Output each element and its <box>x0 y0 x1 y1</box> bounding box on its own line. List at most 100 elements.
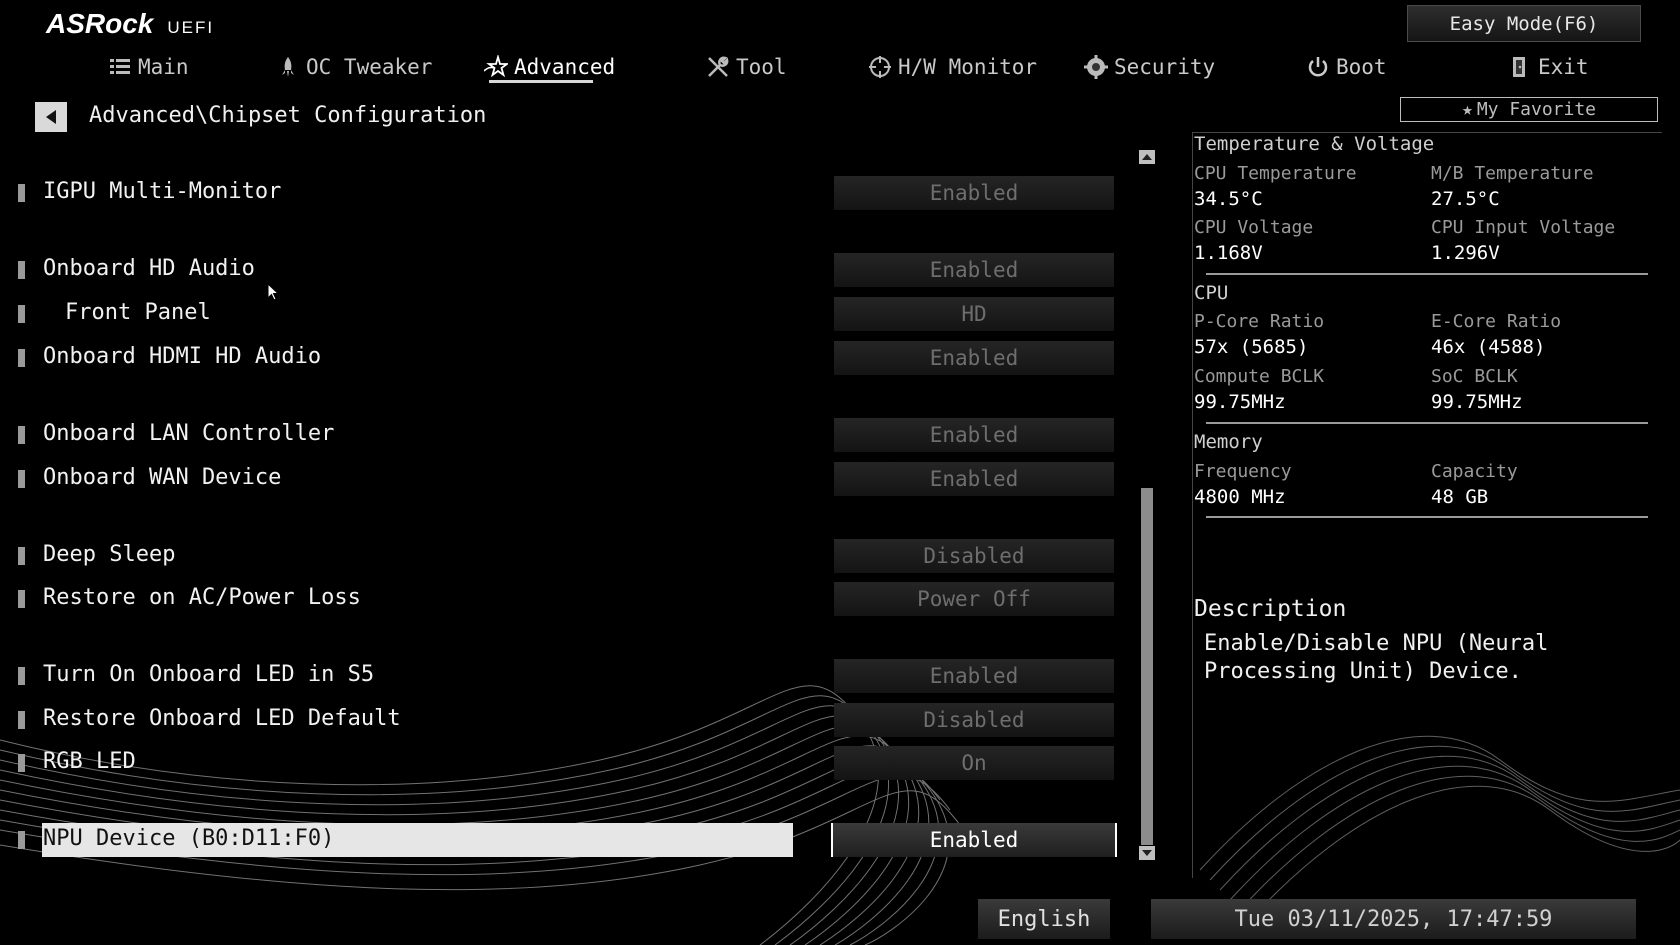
scrollbar-thumb[interactable] <box>1141 488 1153 845</box>
memory-frequency-label: Frequency <box>1194 461 1292 482</box>
pcore-ratio-value: 57x (5685) <box>1194 336 1309 358</box>
cpu-voltage-value: 1.168V <box>1194 242 1263 264</box>
tab-exit[interactable]: Exit <box>1508 50 1589 84</box>
soc-bclk-value: 99.75MHz <box>1431 391 1523 413</box>
mb-temp-value: 27.5°C <box>1431 188 1500 210</box>
arrow-up-icon <box>1142 154 1152 160</box>
setting-value-onboard-wan-device[interactable]: Enabled <box>834 462 1114 496</box>
star-icon: ★ <box>1461 99 1473 120</box>
setting-label-rgb-led[interactable]: RGB LED <box>43 749 136 774</box>
back-arrow-icon <box>46 110 56 124</box>
date-time-display: Tue 03/11/2025, 17:47:59 <box>1151 899 1636 939</box>
row-marker <box>18 349 25 367</box>
language-button[interactable]: English <box>978 899 1110 939</box>
tab-advanced-label: Advanced <box>514 55 616 79</box>
logo-uefi: UEFI <box>167 18 215 37</box>
row-marker <box>18 590 25 608</box>
setting-label-onboard-wan-device[interactable]: Onboard WAN Device <box>43 465 281 490</box>
tab-oc-tweaker-label: OC Tweaker <box>306 55 433 79</box>
scroll-down-button[interactable] <box>1139 846 1155 860</box>
description-title: Description <box>1194 596 1347 622</box>
setting-label-igpu-multi-monitor[interactable]: IGPU Multi-Monitor <box>43 179 281 204</box>
tab-advanced[interactable]: Advanced <box>484 50 615 84</box>
setting-label-restore-led-default[interactable]: Restore Onboard LED Default <box>43 706 401 731</box>
crosshair-icon <box>869 56 891 78</box>
setting-label-deep-sleep[interactable]: Deep Sleep <box>43 542 175 567</box>
wrench-screwdriver-icon <box>708 56 729 77</box>
setting-value-turn-on-led-s5[interactable]: Enabled <box>834 659 1114 693</box>
row-marker <box>18 261 25 279</box>
rocket-icon <box>282 57 294 77</box>
pcore-ratio-label: P-Core Ratio <box>1194 311 1325 332</box>
soc-bclk-label: SoC BCLK <box>1431 366 1518 387</box>
compute-bclk-label: Compute BCLK <box>1194 366 1325 387</box>
star-swoosh-icon <box>484 55 508 78</box>
cpu-input-voltage-value: 1.296V <box>1431 242 1500 264</box>
setting-value-rgb-led[interactable]: On <box>834 746 1114 780</box>
compute-bclk-value: 99.75MHz <box>1194 391 1286 413</box>
tab-tool[interactable]: Tool <box>706 50 787 84</box>
list-icon <box>110 59 130 74</box>
back-button[interactable] <box>35 102 67 132</box>
setting-label-npu-device[interactable]: NPU Device (B0:D11:F0) <box>43 826 334 851</box>
asrock-logo: ASRock UEFI <box>46 8 214 40</box>
easy-mode-button[interactable]: Easy Mode(F6) <box>1407 5 1641 42</box>
row-marker <box>18 184 25 202</box>
setting-value-restore-ac-power-loss[interactable]: Power Off <box>834 582 1114 616</box>
divider <box>1206 422 1648 424</box>
setting-label-onboard-lan-controller[interactable]: Onboard LAN Controller <box>43 421 334 446</box>
setting-value-npu-device[interactable]: Enabled <box>831 823 1117 857</box>
tab-hw-monitor[interactable]: H/W Monitor <box>868 50 1037 84</box>
tab-security[interactable]: Security <box>1084 50 1215 84</box>
setting-value-onboard-hdmi-hd-audio[interactable]: Enabled <box>834 341 1114 375</box>
temp-voltage-title: Temperature & Voltage <box>1194 133 1435 155</box>
scroll-up-button[interactable] <box>1139 150 1155 164</box>
setting-label-front-panel[interactable]: Front Panel <box>65 300 211 325</box>
cpu-section-title: CPU <box>1194 282 1229 304</box>
cpu-input-voltage-label: CPU Input Voltage <box>1431 217 1616 238</box>
power-icon <box>1308 57 1328 77</box>
setting-label-onboard-hdmi-hd-audio[interactable]: Onboard HDMI HD Audio <box>43 344 321 369</box>
setting-value-igpu-multi-monitor[interactable]: Enabled <box>834 176 1114 210</box>
setting-label-onboard-hd-audio[interactable]: Onboard HD Audio <box>43 256 255 281</box>
tab-boot[interactable]: Boot <box>1306 50 1387 84</box>
shield-gear-icon <box>1084 55 1108 79</box>
ecore-ratio-value: 46x (4588) <box>1431 336 1546 358</box>
memory-section-title: Memory <box>1194 431 1263 453</box>
door-exit-icon <box>1513 57 1525 77</box>
divider <box>1206 516 1648 518</box>
memory-capacity-label: Capacity <box>1431 461 1518 482</box>
ecore-ratio-label: E-Core Ratio <box>1431 311 1562 332</box>
tab-main[interactable]: Main <box>108 50 189 84</box>
setting-value-restore-led-default[interactable]: Disabled <box>834 703 1114 737</box>
row-marker <box>18 547 25 565</box>
arrow-down-icon <box>1142 850 1152 856</box>
breadcrumb: Advanced\Chipset Configuration <box>89 103 487 128</box>
setting-value-onboard-hd-audio[interactable]: Enabled <box>834 253 1114 287</box>
tab-oc-tweaker[interactable]: OC Tweaker <box>276 50 432 84</box>
mb-temp-label: M/B Temperature <box>1431 163 1594 184</box>
setting-value-front-panel[interactable]: HD <box>834 297 1114 331</box>
memory-capacity-value: 48 GB <box>1431 486 1489 508</box>
divider <box>1206 273 1648 275</box>
setting-label-restore-ac-power-loss[interactable]: Restore on AC/Power Loss <box>43 585 361 610</box>
my-favorite-button[interactable]: ★ My Favorite <box>1400 97 1658 122</box>
setting-value-onboard-lan-controller[interactable]: Enabled <box>834 418 1114 452</box>
setting-value-deep-sleep[interactable]: Disabled <box>834 539 1114 573</box>
setting-label-turn-on-led-s5[interactable]: Turn On Onboard LED in S5 <box>43 662 374 687</box>
row-marker <box>18 470 25 488</box>
row-marker <box>18 711 25 729</box>
tab-boot-label: Boot <box>1336 55 1387 79</box>
row-marker <box>18 426 25 444</box>
my-favorite-label: My Favorite <box>1476 99 1597 120</box>
tab-tool-label: Tool <box>736 55 787 79</box>
tab-exit-label: Exit <box>1538 55 1589 79</box>
cpu-voltage-label: CPU Voltage <box>1194 217 1314 238</box>
cpu-temp-label: CPU Temperature <box>1194 163 1357 184</box>
tab-security-label: Security <box>1114 55 1216 79</box>
tab-hw-monitor-label: H/W Monitor <box>898 55 1038 79</box>
active-tab-indicator <box>489 80 593 83</box>
row-marker <box>18 754 25 772</box>
cpu-temp-value: 34.5°C <box>1194 188 1263 210</box>
description-text: Enable/Disable NPU (Neural Processing Un… <box>1204 631 1549 684</box>
